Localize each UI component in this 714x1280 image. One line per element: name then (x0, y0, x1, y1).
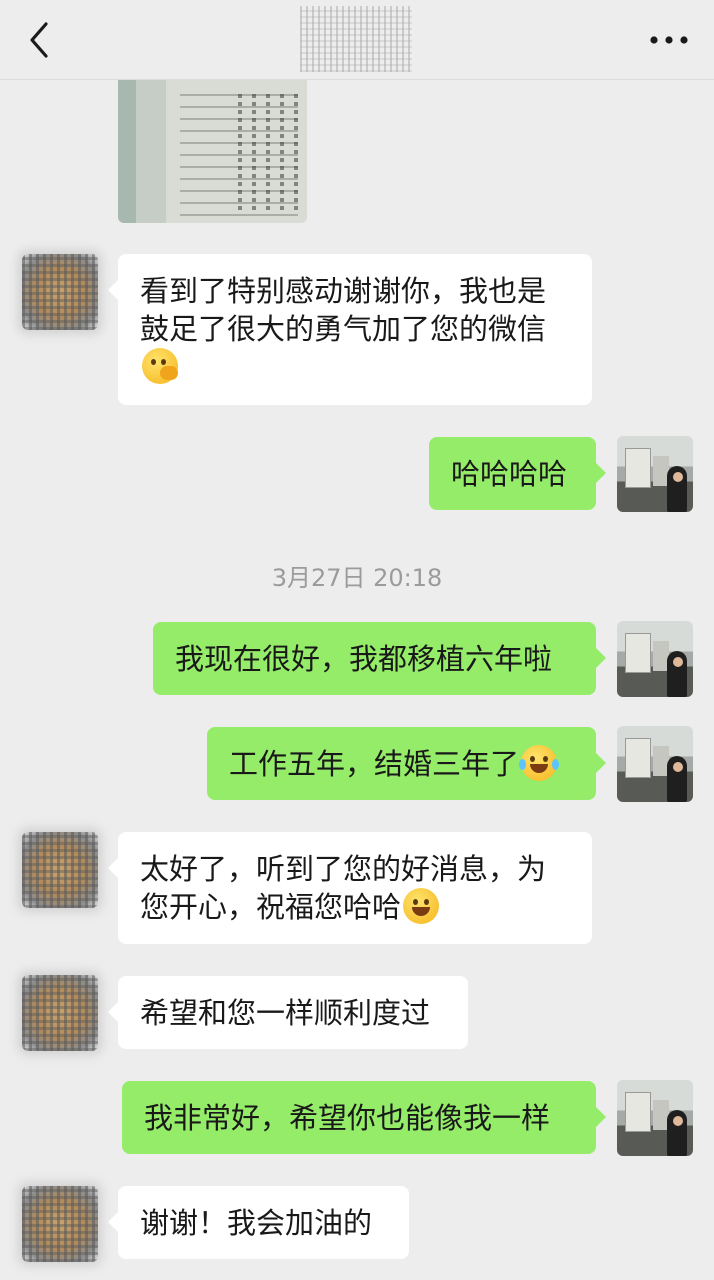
message-text: 看到了特别感动谢谢你，我也是鼓足了很大的勇气加了您的微信 (140, 274, 547, 346)
message-text: 希望和您一样顺利度过 (140, 996, 431, 1030)
message-bubble[interactable]: 太好了，听到了您的好消息，为您开心，祝福您哈哈 (108, 832, 592, 944)
message-bubble[interactable]: 我现在很好，我都移植六年啦 (153, 622, 606, 695)
image-message[interactable] (118, 80, 307, 223)
contact-avatar[interactable] (22, 832, 98, 908)
message-text: 我现在很好，我都移植六年啦 (175, 642, 553, 676)
grinning-face-emoji-icon (403, 888, 440, 924)
contact-avatar[interactable] (22, 975, 98, 1051)
self-avatar[interactable] (617, 726, 693, 802)
self-avatar[interactable] (617, 1080, 693, 1156)
message-text: 太好了，听到了您的好消息，为您开心，祝福您哈哈 (140, 852, 547, 924)
message-bubble[interactable]: 工作五年，结婚三年了 (207, 727, 606, 800)
self-avatar[interactable] (617, 621, 693, 697)
chat-screen: 看到了特别感动谢谢你，我也是鼓足了很大的勇气加了您的微信 哈哈哈哈 3月27日 … (0, 0, 714, 1280)
message-text: 哈哈哈哈 (451, 457, 568, 491)
message-bubble[interactable]: 我非常好，希望你也能像我一样 (122, 1081, 606, 1154)
message-bubble[interactable]: 看到了特别感动谢谢你，我也是鼓足了很大的勇气加了您的微信 (108, 254, 592, 405)
contact-avatar[interactable] (22, 254, 98, 330)
timestamp: 3月27日 20:18 (271, 564, 443, 592)
tears-of-joy-emoji-icon (519, 745, 560, 781)
chat-header (0, 0, 714, 80)
message-bubble[interactable]: 希望和您一样顺利度过 (108, 976, 468, 1049)
message-bubble[interactable]: 哈哈哈哈 (429, 437, 606, 510)
contact-avatar[interactable] (22, 1186, 98, 1262)
message-text: 我非常好，希望你也能像我一样 (144, 1101, 551, 1135)
self-avatar[interactable] (617, 436, 693, 512)
chat-title-masked (300, 6, 412, 72)
message-text: 谢谢！我会加油的 (140, 1206, 373, 1240)
message-text: 工作五年，结婚三年了 (229, 747, 520, 781)
chevron-left-icon[interactable] (22, 18, 62, 62)
message-bubble[interactable]: 谢谢！我会加油的 (108, 1186, 409, 1259)
more-dots-icon[interactable] (642, 20, 696, 60)
peeking-face-emoji-icon (142, 348, 178, 384)
